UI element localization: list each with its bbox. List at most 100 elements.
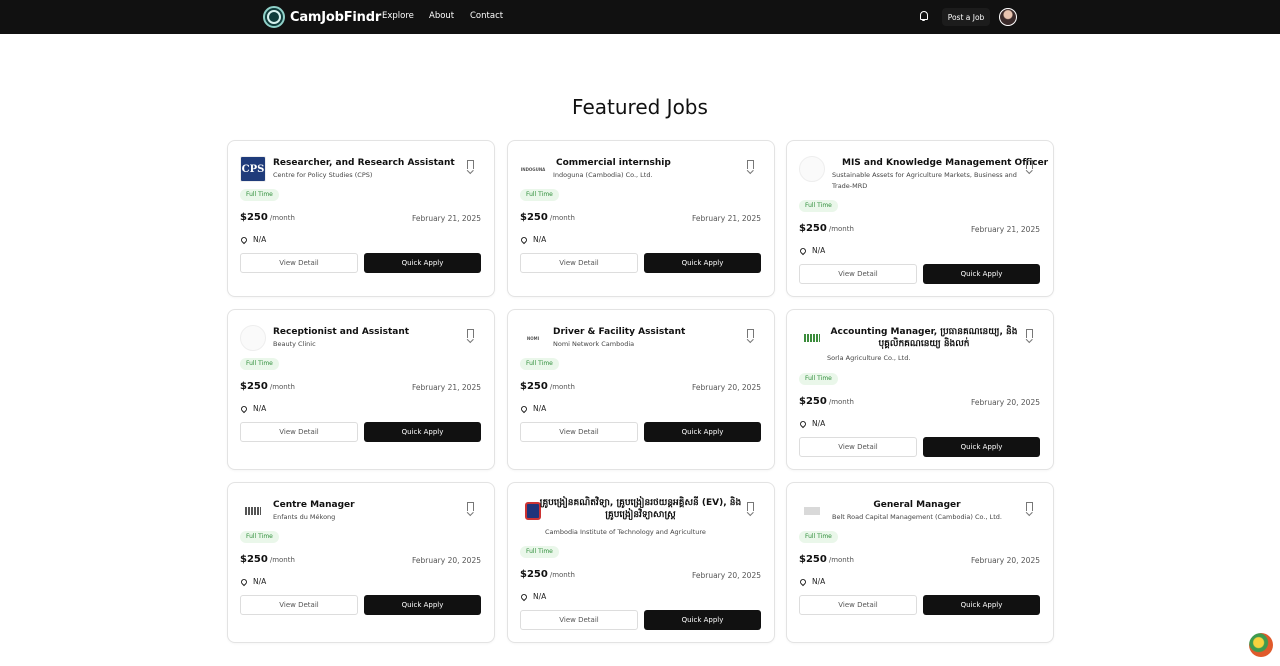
quick-apply-button[interactable]: Quick Apply [644, 610, 761, 630]
job-card: INDOGUNA Commercial internship Indoguna … [507, 140, 775, 297]
view-detail-button[interactable]: View Detail [799, 595, 917, 615]
posted-date: February 20, 2025 [970, 556, 1040, 565]
brand-name: CamJobFindr [290, 9, 382, 25]
view-detail-button[interactable]: View Detail [799, 264, 917, 284]
brand-logo[interactable]: CamJobFindr [263, 5, 381, 29]
job-title[interactable]: MIS and Knowledge Management Officer [842, 157, 1048, 169]
brand-logo-icon [263, 6, 285, 28]
location: N/A [519, 592, 546, 601]
salary: $250/month [240, 381, 295, 392]
post-job-button[interactable]: Post a Job [942, 8, 990, 26]
view-detail-button[interactable]: View Detail [240, 422, 358, 442]
posted-date: February 20, 2025 [411, 556, 481, 565]
bookmark-icon[interactable] [747, 502, 754, 511]
location-text: N/A [812, 246, 826, 255]
quick-apply-button[interactable]: Quick Apply [923, 264, 1040, 284]
job-type-badge: Full Time [799, 531, 838, 543]
location: N/A [239, 577, 267, 586]
salary: $250/month [520, 212, 575, 223]
location-text: N/A [533, 404, 547, 413]
job-title[interactable]: Receptionist and Assistant [273, 326, 409, 338]
salary-period: /month [269, 214, 295, 222]
salary-amount: $250 [799, 554, 827, 565]
view-detail-button[interactable]: View Detail [799, 437, 917, 457]
quick-apply-button[interactable]: Quick Apply [364, 253, 481, 273]
job-type-badge: Full Time [240, 531, 279, 543]
company-logo [799, 156, 825, 182]
location: N/A [798, 577, 825, 586]
location-text: N/A [253, 404, 267, 413]
quick-apply-button[interactable]: Quick Apply [364, 595, 481, 615]
quick-apply-button[interactable]: Quick Apply [644, 422, 761, 442]
bookmark-icon[interactable] [467, 160, 474, 169]
job-title[interactable]: Commercial internship [556, 157, 671, 169]
floating-chat-button[interactable] [1249, 633, 1273, 657]
location-text: N/A [812, 419, 826, 428]
view-detail-button[interactable]: View Detail [520, 610, 638, 630]
company-name: Indoguna (Cambodia) Co., Ltd. [553, 171, 653, 179]
job-title[interactable]: Driver & Facility Assistant [553, 326, 685, 338]
posted-date: February 20, 2025 [691, 383, 761, 392]
salary: $250/month [799, 554, 854, 565]
posted-date: February 21, 2025 [691, 214, 761, 223]
bookmark-icon[interactable] [467, 502, 474, 511]
bookmark-icon[interactable] [1026, 329, 1033, 338]
job-title[interactable]: Researcher, and Research Assistant [273, 157, 455, 169]
quick-apply-button[interactable]: Quick Apply [923, 437, 1040, 457]
avatar[interactable] [999, 8, 1017, 26]
view-detail-button[interactable]: View Detail [240, 595, 358, 615]
location-pin-icon [519, 592, 529, 601]
nav-link-about[interactable]: About [429, 11, 454, 21]
nav-link-explore[interactable]: Explore [382, 11, 414, 21]
bookmark-icon[interactable] [747, 329, 754, 338]
company-logo: CPS [240, 156, 266, 182]
company-logo [240, 325, 266, 351]
salary-period: /month [549, 383, 575, 391]
bookmark-icon[interactable] [467, 329, 474, 338]
salary-amount: $250 [520, 212, 548, 223]
job-type-badge: Full Time [799, 373, 838, 385]
company-name: Cambodia Institute of Technology and Agr… [545, 528, 706, 536]
job-card: MIS and Knowledge Management Officer Sus… [786, 140, 1054, 297]
location-pin-icon [798, 577, 808, 586]
salary-amount: $250 [240, 212, 268, 223]
job-card: គ្រូបង្រៀនគណិតវិទ្យា, គ្រូបង្រៀនរថយន្តអគ… [507, 482, 775, 643]
posted-date: February 21, 2025 [411, 214, 481, 223]
company-logo [240, 498, 266, 524]
company-name: Belt Road Capital Management (Cambodia) … [832, 513, 1002, 521]
job-type-badge: Full Time [240, 358, 279, 370]
quick-apply-button[interactable]: Quick Apply [364, 422, 481, 442]
salary-amount: $250 [520, 569, 548, 580]
salary: $250/month [799, 396, 854, 407]
quick-apply-button[interactable]: Quick Apply [644, 253, 761, 273]
bell-icon[interactable] [919, 11, 929, 22]
job-title[interactable]: Centre Manager [273, 499, 355, 511]
job-card: Receptionist and Assistant Beauty Clinic… [227, 309, 495, 470]
job-type-badge: Full Time [520, 189, 559, 201]
nav-link-contact[interactable]: Contact [470, 11, 503, 21]
salary-period: /month [549, 214, 575, 222]
location: N/A [519, 404, 547, 413]
bookmark-icon[interactable] [747, 160, 754, 169]
salary: $250/month [520, 569, 575, 580]
view-detail-button[interactable]: View Detail [240, 253, 358, 273]
location-text: N/A [253, 577, 267, 586]
salary-amount: $250 [520, 381, 548, 392]
job-title[interactable]: General Manager [827, 499, 1007, 511]
company-name: Nomi Network Cambodia [553, 340, 635, 348]
salary-period: /month [269, 556, 295, 564]
view-detail-button[interactable]: View Detail [520, 253, 638, 273]
view-detail-button[interactable]: View Detail [520, 422, 638, 442]
company-logo [799, 498, 825, 524]
salary: $250/month [240, 212, 295, 223]
bookmark-icon[interactable] [1026, 502, 1033, 511]
bookmark-icon[interactable] [1026, 160, 1033, 169]
location-pin-icon [519, 235, 529, 244]
company-name: Enfants du Mékong [273, 513, 336, 521]
quick-apply-button[interactable]: Quick Apply [923, 595, 1040, 615]
job-title[interactable]: Accounting Manager, ប្រធានគណនេយ្យ, និង ប… [829, 326, 1019, 350]
salary-amount: $250 [240, 381, 268, 392]
location-pin-icon [239, 235, 249, 244]
company-name: Sustainable Assets for Agriculture Marke… [832, 171, 1017, 190]
job-title[interactable]: គ្រូបង្រៀនគណិតវិទ្យា, គ្រូបង្រៀនរថយន្តអគ… [538, 497, 743, 521]
